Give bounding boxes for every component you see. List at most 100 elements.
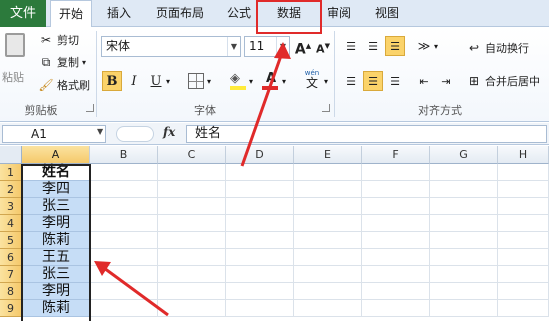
underline-button[interactable]: U (146, 71, 166, 91)
row-header[interactable]: 6 (0, 249, 22, 266)
copy-button[interactable]: ⧉ 复制 ▾ (38, 53, 86, 71)
row-header[interactable]: 9 (0, 300, 22, 317)
fx-icon[interactable]: fx (163, 125, 175, 139)
top-align-button[interactable]: ☰ (341, 36, 361, 56)
row-header[interactable]: 2 (0, 181, 22, 198)
column-header-d[interactable]: D (226, 146, 294, 164)
fill-color-dropdown-icon[interactable]: ▾ (249, 77, 253, 86)
table-cell[interactable] (90, 215, 158, 232)
select-all-corner[interactable] (0, 146, 22, 164)
table-cell[interactable] (226, 300, 294, 317)
font-size-combo[interactable]: 11 ▼ (244, 36, 290, 57)
borders-dropdown-icon[interactable]: ▾ (207, 77, 211, 86)
font-name-combo[interactable]: 宋体 ▼ (101, 36, 241, 57)
table-cell[interactable] (158, 249, 226, 266)
formula-bar-splitter[interactable] (116, 126, 154, 142)
table-cell[interactable] (226, 249, 294, 266)
table-cell[interactable] (362, 300, 430, 317)
row-header[interactable]: 5 (0, 232, 22, 249)
fill-color-button[interactable]: ◈ (230, 71, 248, 91)
table-cell[interactable] (430, 181, 498, 198)
table-cell[interactable] (430, 266, 498, 283)
table-cell[interactable] (90, 300, 158, 317)
row-header[interactable]: 7 (0, 266, 22, 283)
chevron-down-icon[interactable]: ▼ (97, 127, 103, 136)
column-header-c[interactable]: C (158, 146, 226, 164)
borders-button[interactable] (188, 73, 204, 89)
table-cell[interactable] (90, 283, 158, 300)
table-cell[interactable] (158, 215, 226, 232)
table-cell[interactable] (294, 266, 362, 283)
orientation-button[interactable]: ≫ (414, 36, 434, 56)
cell-a[interactable]: 李明 (22, 215, 90, 232)
tab-view[interactable]: 视图 (366, 0, 408, 27)
table-cell[interactable] (430, 300, 498, 317)
table-cell[interactable] (158, 181, 226, 198)
tab-insert[interactable]: 插入 (98, 0, 140, 27)
table-cell[interactable] (362, 198, 430, 215)
table-cell[interactable] (294, 181, 362, 198)
column-header-a[interactable]: A (22, 146, 90, 164)
cell-a[interactable]: 张三 (22, 198, 90, 215)
cell-a[interactable]: 李四 (22, 181, 90, 198)
table-cell[interactable] (362, 215, 430, 232)
table-cell[interactable] (498, 198, 549, 215)
cut-button[interactable]: ✂ 剪切 (38, 31, 79, 49)
table-cell[interactable] (226, 181, 294, 198)
table-cell[interactable] (90, 266, 158, 283)
table-cell[interactable] (226, 164, 294, 181)
paste-button[interactable]: 粘贴 (2, 31, 28, 87)
formula-input[interactable]: 姓名 (186, 125, 547, 143)
align-left-button[interactable]: ☰ (341, 71, 361, 91)
chevron-down-icon[interactable]: ▼ (276, 37, 289, 56)
table-cell[interactable] (498, 164, 549, 181)
table-cell[interactable] (226, 215, 294, 232)
table-cell[interactable] (158, 232, 226, 249)
bold-button[interactable]: B (102, 71, 122, 91)
table-cell[interactable] (362, 232, 430, 249)
table-cell[interactable] (294, 283, 362, 300)
table-cell[interactable] (158, 283, 226, 300)
table-cell[interactable] (498, 215, 549, 232)
table-cell[interactable] (430, 215, 498, 232)
table-cell[interactable] (362, 164, 430, 181)
tab-home[interactable]: 开始 (50, 0, 92, 28)
table-cell[interactable] (90, 181, 158, 198)
row-header[interactable]: 3 (0, 198, 22, 215)
worksheet-grid[interactable]: A B C D E F G H 1 姓名 2 李四 3 张三 4 李明 5 陈莉 6 王五 7 张三 8 李明… (0, 146, 549, 321)
cell-a[interactable]: 李明 (22, 283, 90, 300)
tab-page-layout[interactable]: 页面布局 (148, 0, 212, 27)
table-cell[interactable] (226, 266, 294, 283)
row-header[interactable]: 4 (0, 215, 22, 232)
column-header-h[interactable]: H (498, 146, 549, 164)
table-cell[interactable] (90, 198, 158, 215)
font-color-dropdown-icon[interactable]: ▾ (282, 77, 286, 86)
column-header-g[interactable]: G (430, 146, 498, 164)
table-cell[interactable] (226, 283, 294, 300)
table-cell[interactable] (430, 164, 498, 181)
merge-center-button[interactable]: ⊞ 合并后居中 (466, 72, 540, 90)
column-header-b[interactable]: B (90, 146, 158, 164)
phonetic-button[interactable]: wén 文 (300, 69, 324, 91)
table-cell[interactable] (226, 232, 294, 249)
column-header-e[interactable]: E (294, 146, 362, 164)
cell-a[interactable]: 王五 (22, 249, 90, 266)
column-header-f[interactable]: F (362, 146, 430, 164)
name-box[interactable]: A1 (2, 125, 106, 143)
increase-indent-button[interactable]: ⇥ (436, 71, 456, 91)
wrap-text-button[interactable]: ↩ 自动换行 (466, 39, 529, 57)
align-center-button[interactable]: ☰ (363, 71, 383, 91)
table-cell[interactable] (90, 164, 158, 181)
font-launcher-icon[interactable] (322, 104, 330, 112)
table-cell[interactable] (158, 198, 226, 215)
table-cell[interactable] (226, 198, 294, 215)
table-cell[interactable] (498, 232, 549, 249)
table-cell[interactable] (294, 215, 362, 232)
cell-a[interactable]: 张三 (22, 266, 90, 283)
table-cell[interactable] (158, 164, 226, 181)
underline-dropdown-icon[interactable]: ▾ (166, 77, 170, 86)
grow-font-button[interactable]: A▲ (293, 36, 313, 58)
table-cell[interactable] (362, 283, 430, 300)
italic-button[interactable]: I (124, 71, 144, 91)
tab-formulas[interactable]: 公式 (218, 0, 260, 27)
